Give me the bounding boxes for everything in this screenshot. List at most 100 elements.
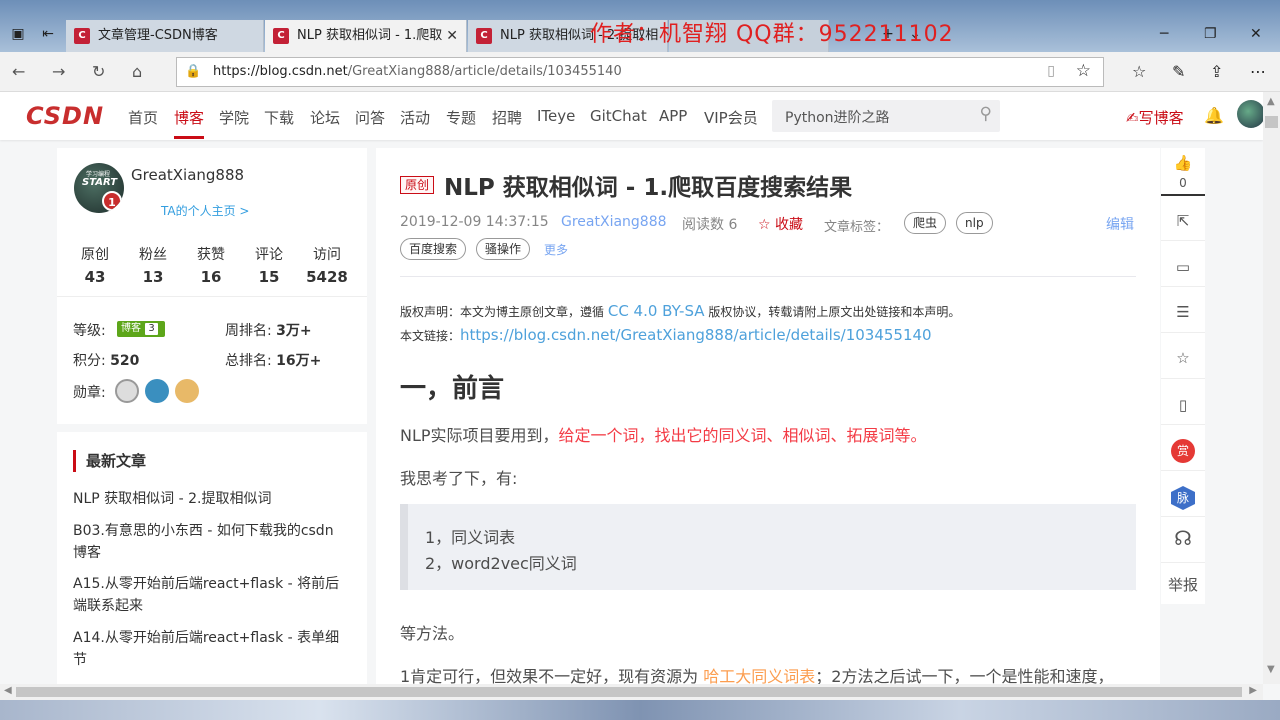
thumb-up-icon[interactable]: 👍 [1161,154,1205,172]
more-tags-link[interactable]: 更多 [544,241,568,258]
tab-preview-icon[interactable]: ▣ [8,24,28,44]
tag-crawler[interactable]: 爬虫 [904,212,947,234]
nav-vip[interactable]: VIP会员 [704,107,758,128]
article-content: 原创 NLP 获取相似词 - 1.爬取百度搜索结果 2019-12-09 14:… [376,148,1160,686]
tag-baidu-search[interactable]: 百度搜索 [400,238,467,260]
favorite-star-icon[interactable]: ☆ [1076,61,1091,81]
nav-gitchat[interactable]: GitChat [590,107,647,125]
search-input[interactable]: Python进阶之路 ⚲ [772,100,1000,132]
stat-fans[interactable]: 粉丝 13 [124,244,182,286]
blog-level-badge[interactable]: 博客 3 [117,321,165,337]
bell-icon[interactable]: 🔔 [1204,106,1224,125]
tab-article-manage[interactable]: C 文章管理-CSDN博客 [66,20,264,52]
tags-label: 文章标签： [824,220,890,235]
recent-article-3[interactable]: A15.从零开始前后端react+flask - 将前后 端联系起来 [73,573,353,617]
nav-app[interactable]: APP [659,107,687,125]
author-avatar[interactable]: 学习编程 START 1 [74,163,124,213]
edit-link[interactable]: 编辑 [1106,214,1134,234]
stat-original[interactable]: 原创 43 [66,244,124,286]
nav-academy[interactable]: 学院 [219,107,249,128]
stat-visits[interactable]: 访问 5428 [298,244,356,286]
mai-icon[interactable]: 脉 [1171,486,1195,510]
divider [400,276,1136,277]
mobile-icon[interactable]: ▯ [1161,396,1205,414]
csdn-favicon-icon: C [476,28,492,44]
article-author-link[interactable]: GreatXiang888 [561,214,667,230]
refresh-icon[interactable]: ↻ [92,62,105,81]
csdn-logo[interactable]: CSDN [26,102,104,130]
url-text[interactable]: https://blog.csdn.net/GreatXiang888/arti… [213,64,622,79]
tag-trick[interactable]: 骚操作 [476,238,531,260]
nav-topics[interactable]: 专题 [446,107,476,128]
forward-icon[interactable]: → [52,62,65,81]
nav-iteye[interactable]: ITeye [537,107,575,125]
customer-service-icon[interactable]: ☊ [1161,526,1205,550]
nav-qa[interactable]: 问答 [355,107,385,128]
home-icon[interactable]: ⌂ [132,62,142,81]
scroll-up-icon[interactable]: ▲ [1267,96,1275,107]
scroll-thumb[interactable] [1265,116,1278,128]
star-icon[interactable]: ☆ [1161,349,1205,367]
search-icon[interactable]: ⚲ [980,104,992,124]
author-home-link[interactable]: TA的个人主页 > [161,202,249,219]
back-icon[interactable]: ← [12,62,25,81]
more-menu-icon[interactable]: ⋯ [1250,62,1266,81]
set-aside-tabs-icon[interactable]: ⇤ [38,24,58,44]
tag-nlp[interactable]: nlp [956,212,993,234]
nav-home[interactable]: 首页 [128,107,158,128]
license-link[interactable]: CC 4.0 BY-SA [608,302,705,320]
divider [1161,240,1205,241]
recent-articles-title: 最新文章 [73,450,146,472]
restore-icon[interactable]: ❐ [1204,26,1217,42]
paragraph-2: 我思考了下，有: [400,469,518,488]
divider [1161,424,1205,425]
nav-jobs[interactable]: 招聘 [492,107,522,128]
grade-card: 等级: 博客 3 周排名: 3万+ 积分: 520 总排名: 16万+ 勋章: [57,296,367,424]
recent-article-4[interactable]: A14.从零开始前后端react+flask - 表单细节 [73,627,353,671]
paragraph-3: 等方法。 [400,624,465,643]
nav-download[interactable]: 下载 [264,107,294,128]
nav-blog[interactable]: 博客 [174,107,204,128]
scroll-thumb[interactable] [16,687,1242,697]
scroll-down-icon[interactable]: ▼ [1267,664,1275,675]
reading-view-icon[interactable]: ▯ [1047,63,1055,79]
side-tool-panel: 👍 0 ⇱ ▭ ☰ ☆ ▯ 赏 脉 ☊ 举报 [1161,148,1205,604]
share-icon[interactable]: ⇪ [1210,62,1223,81]
total-rank: 总排名: 16万+ [225,353,322,369]
quote-line-1: 1，同义词表 [425,528,516,547]
list-icon[interactable]: ☰ [1161,303,1205,321]
quote-line-2: 2，word2vec同义词 [425,554,577,573]
user-avatar[interactable] [1237,100,1265,128]
article-permalink[interactable]: https://blog.csdn.net/GreatXiang888/arti… [460,326,932,344]
url-bar[interactable]: 🔒 https://blog.csdn.net/GreatXiang888/ar… [176,57,1104,87]
csdn-favicon-icon: C [273,28,289,44]
tab-title: NLP 获取相似词 - 1.爬取 [297,28,443,43]
nav-events[interactable]: 活动 [400,107,430,128]
stat-comments[interactable]: 评论 15 [240,244,298,286]
recent-article-2[interactable]: B03.有意思的小东西 - 如何下载我的csdn 博客 [73,520,353,564]
write-blog-button[interactable]: ✍写博客 [1126,107,1184,128]
minimize-icon[interactable]: ─ [1160,26,1168,42]
medal-continuous-icon[interactable] [145,379,169,403]
scroll-left-icon[interactable]: ◀ [4,685,12,696]
section-heading: 一，前言 [400,374,505,404]
stat-likes[interactable]: 获赞 16 [182,244,240,286]
recent-article-1[interactable]: NLP 获取相似词 - 2.提取相似词 [73,488,353,510]
close-tab-icon[interactable]: ✕ [446,20,458,52]
medal-original-icon[interactable] [115,379,139,403]
tab-nlp-1[interactable]: C NLP 获取相似词 - 1.爬取 ✕ [265,20,467,52]
favorites-list-icon[interactable]: ☆ [1132,62,1146,81]
horizontal-scrollbar[interactable]: ◀ ▶ [0,684,1263,700]
comment-icon[interactable]: ▭ [1161,258,1205,276]
pen-icon[interactable]: ✎ [1172,62,1185,81]
medal-reward-icon[interactable] [175,379,199,403]
vertical-scrollbar[interactable]: ▲ ▼ [1263,92,1280,684]
scroll-right-icon[interactable]: ▶ [1249,685,1257,696]
nav-forum[interactable]: 论坛 [310,107,340,128]
share-icon[interactable]: ⇱ [1161,212,1205,230]
favorite-button[interactable]: ☆ 收藏 [758,214,803,234]
author-name[interactable]: GreatXiang888 [131,166,244,184]
close-window-icon[interactable]: ✕ [1250,26,1262,42]
reward-icon[interactable]: 赏 [1171,439,1195,463]
report-button[interactable]: 举报 [1161,574,1205,595]
